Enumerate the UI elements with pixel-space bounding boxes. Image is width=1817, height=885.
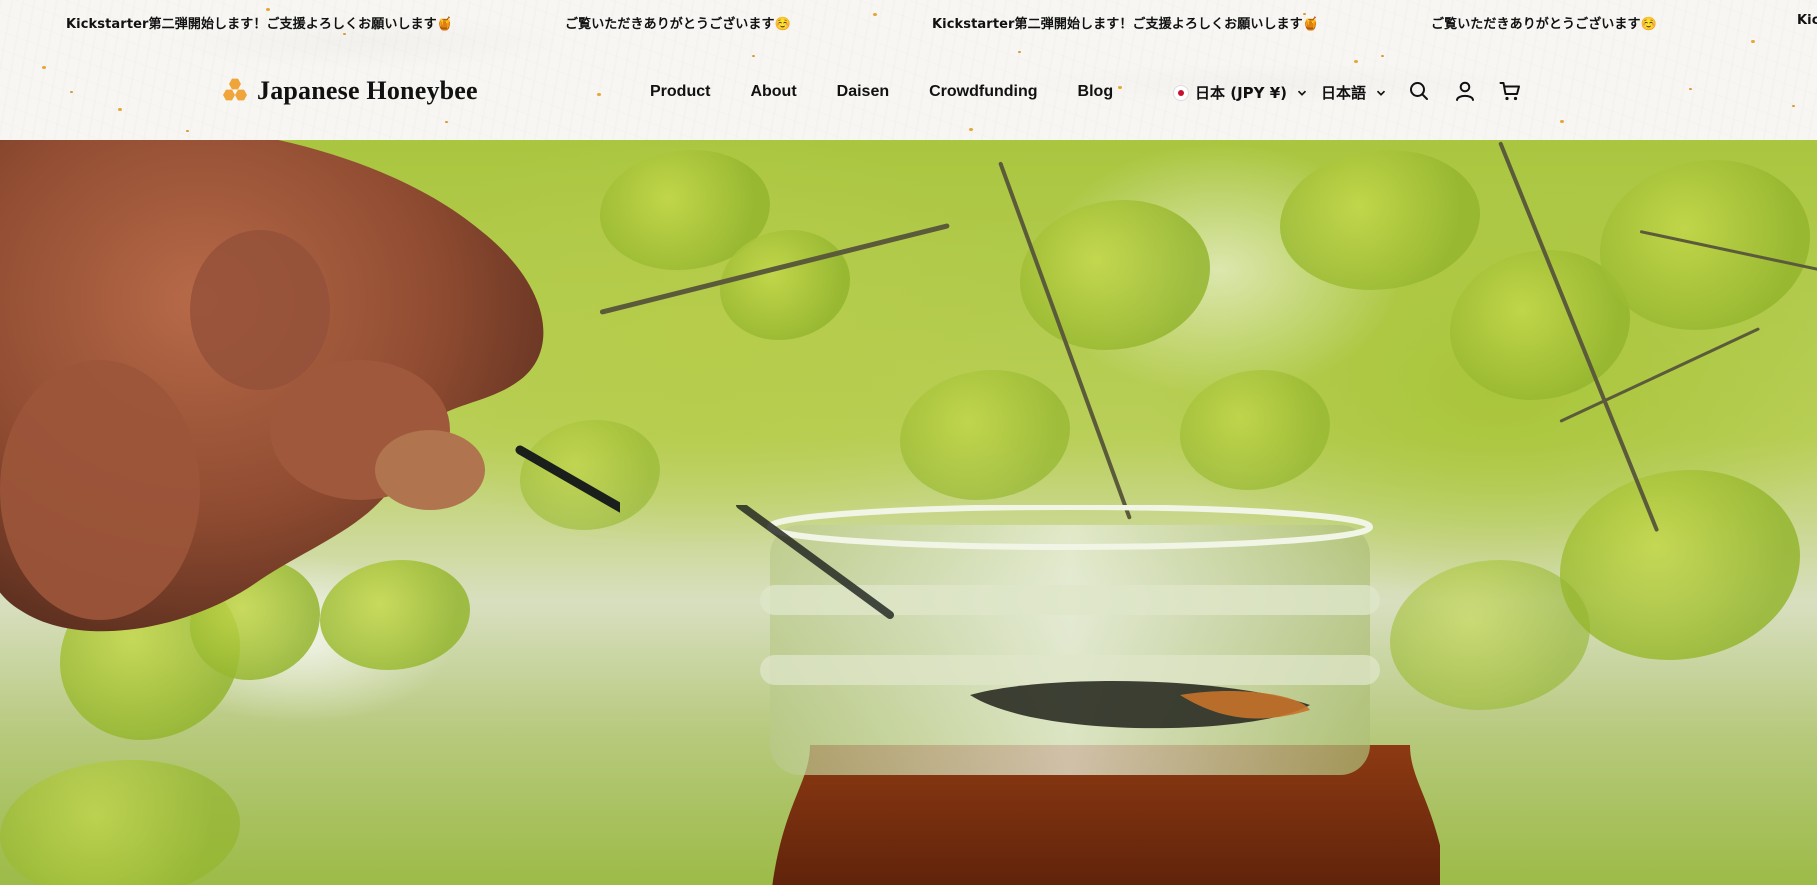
search-icon[interactable] [1408, 80, 1430, 102]
japan-flag-icon [1173, 84, 1189, 101]
nav-item-product[interactable]: Product [650, 83, 710, 101]
language-label: 日本語 [1321, 84, 1367, 102]
hand-illustration [0, 140, 620, 632]
currency-selector[interactable]: 日本 (JPY ¥) [1173, 82, 1307, 103]
announcement-item: ご覧いただきありがとうございます☺️ [1431, 17, 1657, 32]
chevron-down-icon [1376, 90, 1386, 96]
cart-icon[interactable] [1499, 80, 1521, 102]
nav-item-about[interactable]: About [750, 83, 796, 101]
announcement-item: Kickstarter第二弾開始します！ご支援よろしくお願いします🍯 [932, 17, 1320, 32]
currency-label: 日本 (JPY ¥) [1195, 84, 1288, 102]
honey-jar-illustration [736, 505, 1440, 885]
announcement-bar: Kickstarter第二弾開始します！ご支援よろしくお願いします🍯 ご覧いただ… [0, 0, 1817, 42]
site-header: Japanese Honeybee Product About Daisen C… [0, 42, 1817, 140]
logo-link[interactable]: Japanese Honeybee [221, 76, 478, 106]
announcement-item: Kickstarter第二弾開始します！ご支援よろしくお願いします🍯 [66, 17, 454, 32]
account-icon[interactable] [1454, 80, 1476, 102]
language-selector[interactable]: 日本語 [1321, 82, 1386, 103]
honeycomb-logo-icon [221, 77, 249, 105]
hero-image [0, 140, 1817, 885]
main-nav: Product About Daisen Crowdfunding Blog [650, 83, 1153, 101]
nav-item-crowdfunding[interactable]: Crowdfunding [929, 83, 1037, 101]
announcement-item: Kick [1797, 13, 1817, 28]
chevron-down-icon [1297, 90, 1307, 96]
nav-item-daisen[interactable]: Daisen [837, 83, 889, 101]
nav-item-blog[interactable]: Blog [1078, 83, 1114, 101]
logo-text: Japanese Honeybee [257, 76, 478, 105]
announcement-item: ご覧いただきありがとうございます☺️ [565, 17, 791, 32]
